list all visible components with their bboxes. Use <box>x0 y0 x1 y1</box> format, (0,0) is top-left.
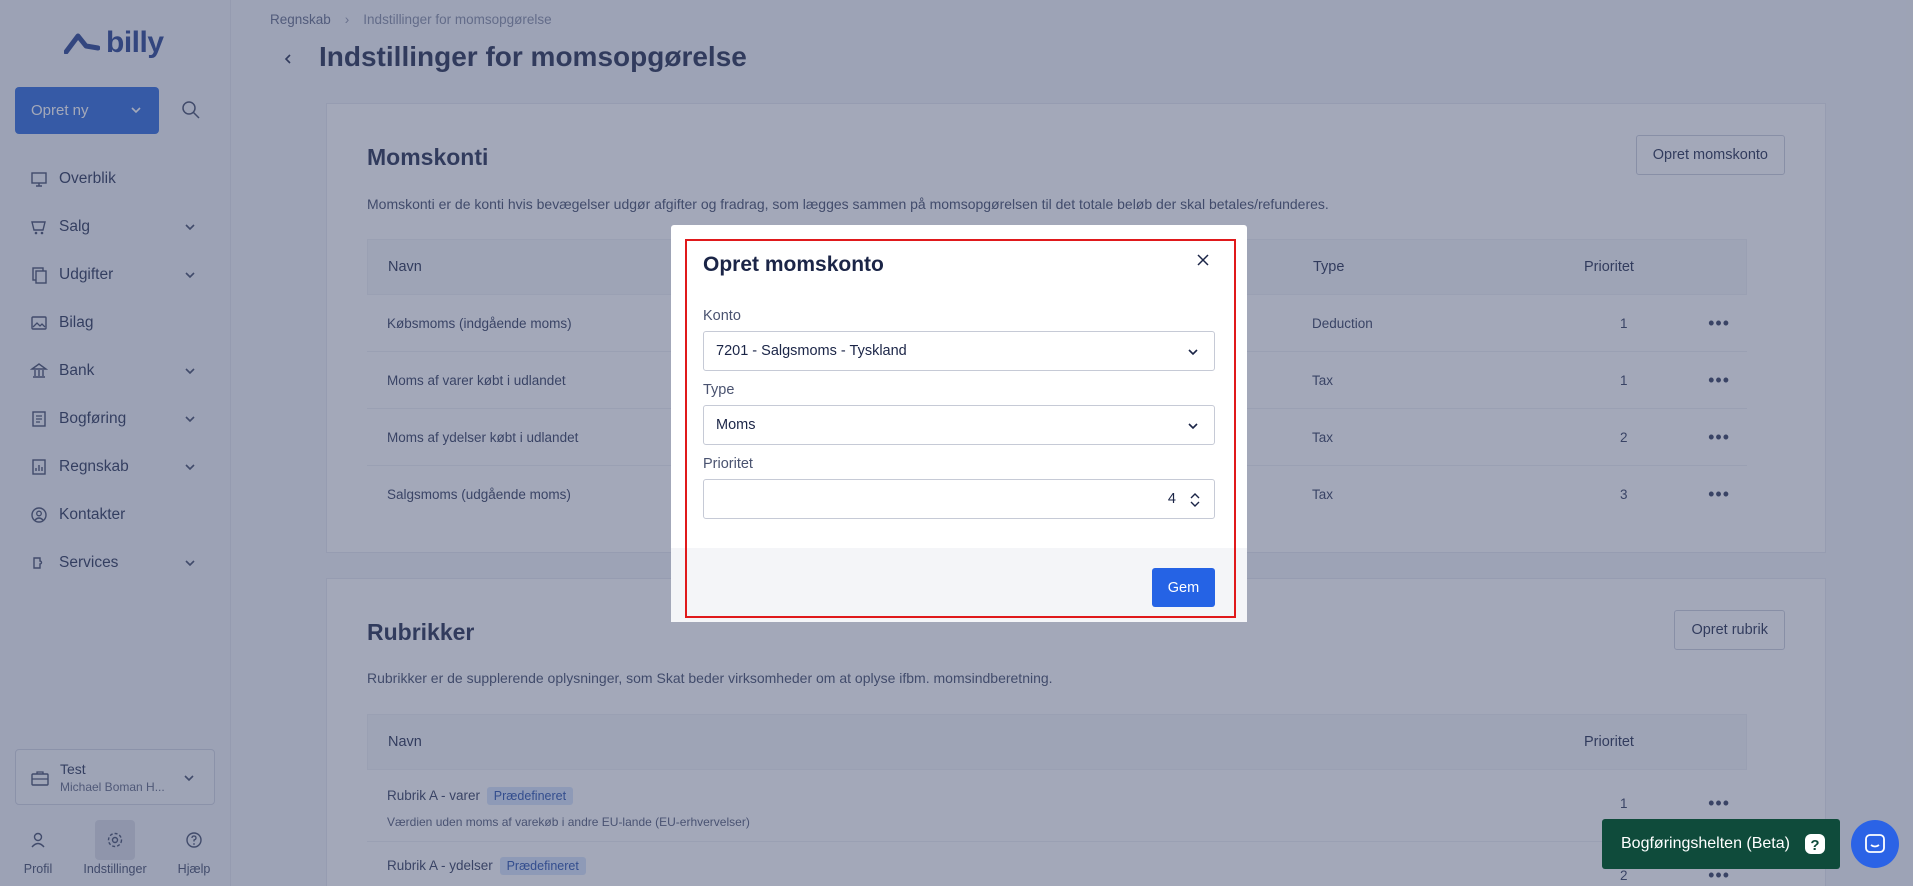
modal-title: Opret momskonto <box>703 253 884 276</box>
chat-launcher[interactable] <box>1851 820 1899 868</box>
priority-label: Prioritet <box>703 456 753 472</box>
chevron-down-icon <box>1188 349 1198 356</box>
type-select[interactable]: Moms <box>703 405 1215 445</box>
hero-icon: ? <box>1805 834 1825 854</box>
close-icon[interactable] <box>1196 253 1210 267</box>
priority-input[interactable]: 4 <box>703 479 1215 519</box>
priority-value: 4 <box>1167 491 1176 507</box>
bookkeeping-hero-button[interactable]: Bogføringshelten (Beta) ? <box>1602 819 1840 869</box>
type-label: Type <box>703 382 735 398</box>
konto-label: Konto <box>703 308 741 324</box>
save-button[interactable]: Gem <box>1152 568 1215 607</box>
chat-icon <box>1865 834 1885 853</box>
konto-value: 7201 - Salgsmoms - Tyskland <box>716 343 907 359</box>
create-vat-account-modal: Opret momskonto Konto 7201 - Salgsmoms -… <box>671 225 1247 622</box>
helper-label: Bogføringshelten (Beta) <box>1621 835 1790 852</box>
konto-select[interactable]: 7201 - Salgsmoms - Tyskland <box>703 331 1215 371</box>
chevron-down-icon <box>1188 423 1198 430</box>
stepper-arrows-icon[interactable] <box>1189 490 1201 510</box>
svg-text:?: ? <box>1810 837 1819 854</box>
type-value: Moms <box>716 417 756 433</box>
